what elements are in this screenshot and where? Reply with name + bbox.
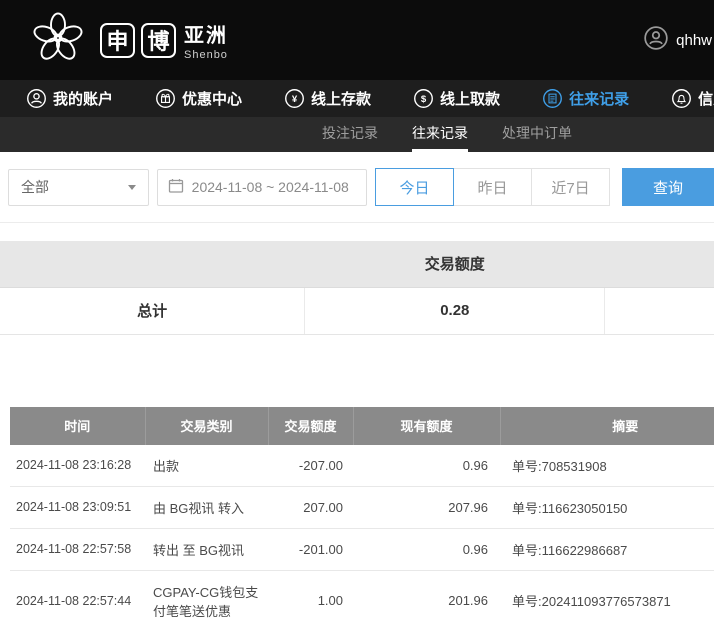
nav-item-deposit[interactable]: ¥ 线上存款 [284,88,371,109]
records-icon [542,88,563,109]
gift-icon [155,88,176,109]
cell-amount: 207.00 [268,486,353,528]
calendar-icon [168,178,184,197]
table-row: 2024-11-08 22:57:58 转出 至 BG视讯 -201.00 0.… [10,528,714,570]
nav-label: 优惠中心 [182,88,242,109]
type-select-value: 全部 [21,177,128,197]
deposit-icon: ¥ [284,88,305,109]
nav-label: 线上存款 [311,88,371,109]
nav-item-withdraw[interactable]: $ 线上取款 [413,88,500,109]
quick-date-buttons: 今日 昨日 近7日 [375,168,610,206]
user-avatar-icon [643,25,669,56]
cell-type: CGPAY-CG钱包支付笔笔送优惠 [145,570,268,625]
brand-name-boxes: 申 博 [100,23,176,58]
svg-text:$: $ [421,94,427,105]
brand-region-block: 亚洲 Shenbo [184,19,228,61]
nav-item-messages[interactable]: 信息 [671,88,714,109]
table-row: 2024-11-08 22:57:44 CGPAY-CG钱包支付笔笔送优惠 1.… [10,570,714,625]
cell-summary: 单号:708531908 [500,445,714,487]
last-7-days-button[interactable]: 近7日 [531,168,610,206]
brand-logo[interactable]: 申 博 亚洲 Shenbo [30,10,228,71]
brand-char: 申 [100,23,135,58]
tab-transaction-records[interactable]: 往来记录 [412,117,468,152]
transactions-table: 时间 交易类别 交易额度 现有额度 摘要 2024-11-08 23:16:28… [10,407,714,625]
type-select[interactable]: 全部 [8,169,149,206]
top-header: 申 博 亚洲 Shenbo qhhw [0,0,714,80]
cell-amount: -201.00 [268,528,353,570]
col-header-balance: 现有额度 [353,407,500,445]
user-icon [26,88,47,109]
cell-time: 2024-11-08 23:09:51 [10,486,145,528]
yesterday-button[interactable]: 昨日 [453,168,532,206]
col-header-summary: 摘要 [500,407,714,445]
nav-label: 信息 [698,88,714,109]
tab-pending-orders[interactable]: 处理中订单 [502,117,572,152]
cell-time: 2024-11-08 23:16:28 [10,445,145,487]
date-range-value: 2024-11-08 ~ 2024-11-08 [192,179,349,195]
transactions-section: 时间 交易类别 交易额度 现有额度 摘要 2024-11-08 23:16:28… [10,407,714,625]
cell-balance: 0.96 [353,445,500,487]
sub-navigation: 投注记录 往来记录 处理中订单 [0,117,714,152]
tab-betting-records[interactable]: 投注记录 [322,117,378,152]
summary-header-empty [0,241,305,287]
cell-balance: 201.96 [353,570,500,625]
col-header-amount: 交易额度 [268,407,353,445]
search-button[interactable]: 查询 [622,168,714,206]
brand-char: 博 [141,23,176,58]
nav-label: 我的账户 [53,88,113,109]
summary-empty-cell [605,287,714,334]
summary-header-amount: 交易额度 [305,241,605,287]
cell-amount: 1.00 [268,570,353,625]
table-row: 2024-11-08 23:16:28 出款 -207.00 0.96 单号:7… [10,445,714,487]
username-text: qhhw [676,32,712,49]
nav-label: 线上取款 [440,88,500,109]
main-navigation: 我的账户 优惠中心 ¥ 线上存款 $ 线上取款 [0,80,714,117]
withdraw-icon: $ [413,88,434,109]
cell-time: 2024-11-08 22:57:44 [10,570,145,625]
summary-total-label: 总计 [0,287,305,334]
cell-time: 2024-11-08 22:57:58 [10,528,145,570]
bell-icon [671,88,692,109]
user-account-block[interactable]: qhhw [643,0,714,80]
brand-region: 亚洲 [184,19,228,48]
col-header-time: 时间 [10,407,145,445]
nav-item-my-account[interactable]: 我的账户 [26,88,113,109]
summary-total-row: 总计 0.28 [0,287,714,334]
cell-type: 出款 [145,445,268,487]
date-range-input[interactable]: 2024-11-08 ~ 2024-11-08 [157,169,367,206]
cell-summary: 单号:116623050150 [500,486,714,528]
chevron-down-icon [128,185,136,190]
summary-table: 交易额度 总计 0.28 [0,241,714,335]
cell-type: 由 BG视讯 转入 [145,486,268,528]
nav-item-promotions[interactable]: 优惠中心 [155,88,242,109]
cell-summary: 单号:202411093776573871 [500,570,714,625]
svg-text:¥: ¥ [292,94,298,105]
summary-header-row: 交易额度 [0,241,714,287]
summary-header-empty [605,241,714,287]
table-header-row: 时间 交易类别 交易额度 现有额度 摘要 [10,407,714,445]
brand-subtitle: Shenbo [184,49,228,61]
today-button[interactable]: 今日 [375,168,454,206]
table-row: 2024-11-08 23:09:51 由 BG视讯 转入 207.00 207… [10,486,714,528]
lotus-logo-icon [30,10,86,71]
cell-summary: 单号:116622986687 [500,528,714,570]
summary-total-value: 0.28 [305,287,605,334]
col-header-type: 交易类别 [145,407,268,445]
nav-item-transaction-records[interactable]: 往来记录 [542,88,629,109]
nav-label: 往来记录 [569,88,629,109]
cell-balance: 207.96 [353,486,500,528]
filter-bar: 全部 2024-11-08 ~ 2024-11-08 今日 昨日 近7日 查询 [0,152,714,223]
record-tabs: 投注记录 往来记录 处理中订单 [322,117,572,152]
cell-balance: 0.96 [353,528,500,570]
cell-type: 转出 至 BG视讯 [145,528,268,570]
cell-amount: -207.00 [268,445,353,487]
